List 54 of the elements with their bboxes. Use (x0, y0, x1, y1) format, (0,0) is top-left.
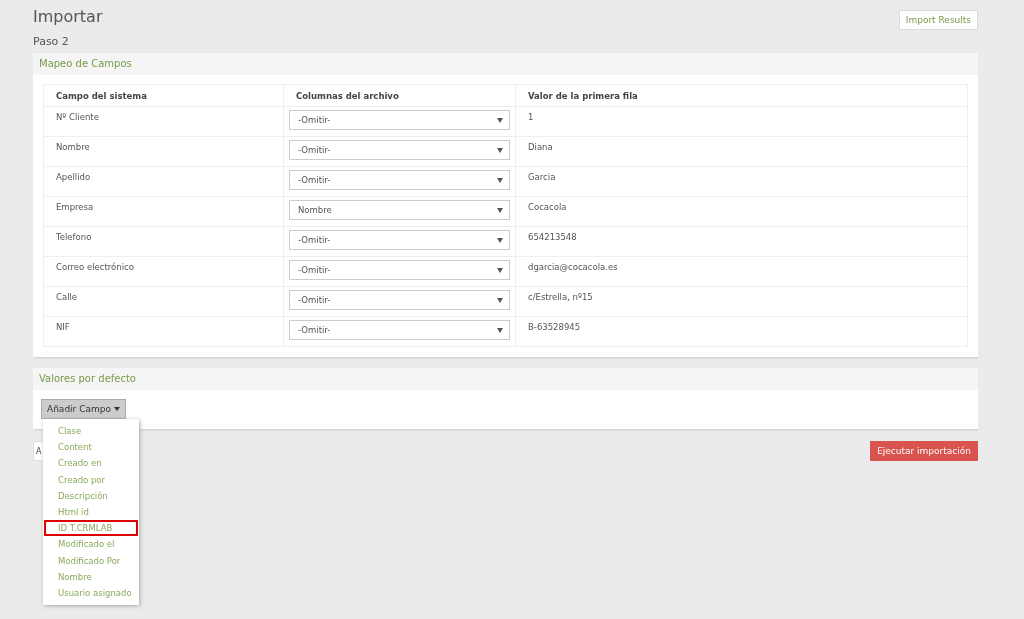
menu-item[interactable]: Nombre (44, 568, 138, 586)
caret-icon (497, 147, 503, 153)
table-cell: dgarcia@cocacola.es (515, 256, 968, 287)
table-cell: Nombre (43, 136, 284, 167)
menu-item[interactable]: Modificado Por (44, 552, 138, 569)
column-select[interactable]: -Omitir- (289, 290, 510, 310)
table-cell: Telefono (43, 226, 284, 257)
table-cell: Calle (43, 286, 284, 317)
column-select[interactable]: -Omitir- (289, 140, 510, 160)
table-cell: 654213548 (515, 226, 968, 257)
column-select[interactable]: -Omitir- (289, 230, 510, 250)
menu-item[interactable]: Html id (44, 504, 138, 521)
menu-item[interactable]: Content (44, 439, 138, 456)
menu-item[interactable]: Creado en (44, 455, 138, 472)
caret-icon (497, 297, 503, 303)
table-cell: 1 (515, 106, 968, 137)
caret-icon (497, 327, 503, 333)
column-select[interactable]: -Omitir- (289, 170, 510, 190)
page-title: Importar (33, 7, 103, 27)
table-cell: Diana (515, 136, 968, 167)
menu-item[interactable]: Descripción (44, 487, 138, 504)
import-results-button[interactable]: Import Results (898, 10, 978, 30)
caret-icon (497, 267, 503, 273)
table-cell: Apellido (43, 166, 284, 197)
run-import-button[interactable]: Ejecutar importación (870, 441, 978, 461)
column-select[interactable]: -Omitir- (289, 260, 510, 280)
table-cell: B-63528945 (515, 316, 968, 347)
panel-title: Mapeo de Campos (33, 53, 978, 75)
table-cell: NIF (43, 316, 284, 347)
column-select[interactable]: -Omitir- (289, 320, 510, 340)
column-select[interactable]: Nombre (289, 200, 510, 220)
table-cell: c/Estrella, nº15 (515, 286, 968, 317)
column-header: Campo del sistema (43, 84, 284, 107)
menu-item[interactable]: ID T.CRMLAB (44, 520, 138, 537)
table-cell: Cocacola (515, 196, 968, 227)
menu-item[interactable]: Modificado el (44, 536, 138, 553)
caret-icon (497, 207, 503, 213)
menu-item[interactable]: Creado por (44, 471, 138, 488)
column-select[interactable]: -Omitir- (289, 110, 510, 130)
caret-icon (113, 407, 120, 411)
step-title: Paso 2 (33, 35, 70, 49)
table-cell: Nº Cliente (43, 106, 284, 137)
menu-item[interactable]: Clase (44, 423, 138, 440)
add-field-button[interactable]: Añadir Campo (41, 399, 126, 419)
caret-icon (497, 177, 503, 183)
column-header: Columnas del archivo (283, 84, 516, 107)
caret-icon (497, 237, 503, 243)
table-cell: Empresa (43, 196, 284, 227)
table-cell: Garcia (515, 166, 968, 197)
column-header: Valor de la primera fila (515, 84, 968, 107)
menu-item[interactable]: Usuario asignado (44, 585, 138, 602)
table-cell: Correo electrónico (43, 256, 284, 287)
caret-icon (497, 117, 503, 123)
panel-title: Valores por defecto (33, 368, 978, 390)
